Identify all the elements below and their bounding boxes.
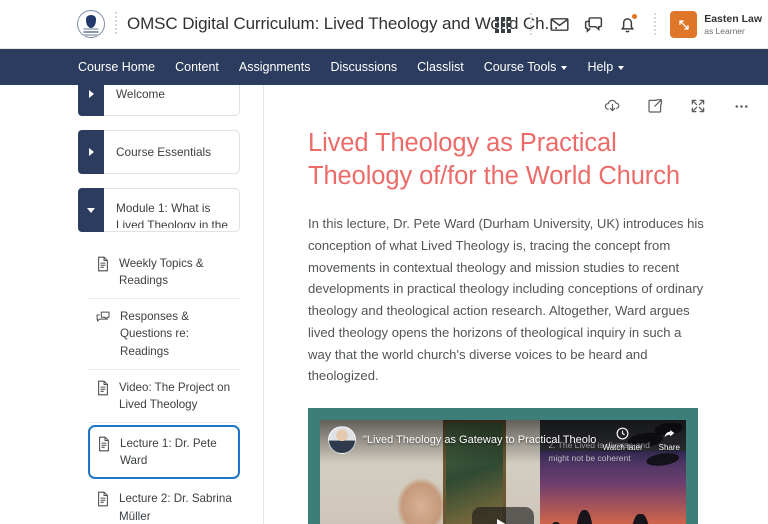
nav-label: Discussions bbox=[330, 59, 398, 74]
figure-silhouette bbox=[574, 510, 594, 524]
user-role: as Learner bbox=[704, 25, 745, 36]
nav-item-content[interactable]: Content bbox=[175, 61, 219, 74]
page-body: Welcome Course Essentials Module 1: What… bbox=[0, 85, 768, 524]
chat-icon[interactable] bbox=[576, 8, 610, 42]
lesson-content: Lived Theology as Practical Theology of/… bbox=[264, 127, 768, 524]
video-channel-avatar[interactable] bbox=[328, 426, 356, 455]
nav-label: Content bbox=[175, 59, 219, 74]
nav-item-help[interactable]: Help bbox=[587, 59, 625, 74]
nav-item-course-tools[interactable]: Course Tools bbox=[484, 61, 568, 74]
nav-item-course-home[interactable]: Course Home bbox=[78, 61, 155, 74]
nav-label: Course Tools bbox=[483, 59, 557, 74]
topbar-right-group: Easten Law as Learner bbox=[486, 0, 768, 49]
document-icon bbox=[96, 491, 110, 512]
nav-label: Assignments bbox=[238, 59, 311, 74]
sidebar-item-label: Lecture 2: Dr. Sabrina Müller bbox=[119, 492, 232, 523]
topbar-divider-2 bbox=[530, 12, 533, 37]
share-label: Share bbox=[658, 443, 680, 453]
chevron-down-icon bbox=[561, 66, 568, 70]
document-icon bbox=[97, 436, 111, 457]
module-collapse-toggle[interactable] bbox=[78, 188, 104, 232]
triangle-right-icon bbox=[88, 90, 94, 98]
open-in-new-window-icon[interactable] bbox=[644, 95, 666, 117]
nav-label: Course Home bbox=[78, 59, 156, 74]
fullscreen-icon[interactable] bbox=[687, 95, 709, 117]
content-pane: Lived Theology as Practical Theology of/… bbox=[264, 85, 768, 524]
sidebar-item-lecture-2-sabrina-muller[interactable]: Lecture 2: Dr. Sabrina Müller bbox=[88, 481, 240, 524]
sidebar-item-weekly-topics-readings[interactable]: Weekly Topics & Readings bbox=[88, 246, 240, 300]
video-overlay-actions: Watch later Share bbox=[602, 426, 680, 452]
user-meta: Easten Law as Learner bbox=[704, 13, 762, 35]
module-label: Course Essentials bbox=[116, 144, 212, 159]
watch-later-button[interactable]: Watch later bbox=[602, 426, 643, 453]
chevron-down-icon bbox=[618, 66, 625, 70]
play-button[interactable] bbox=[472, 507, 534, 524]
user-name: Easten Law bbox=[704, 13, 762, 26]
sidebar-item-label: Lecture 1: Dr. Pete Ward bbox=[120, 437, 217, 468]
email-icon[interactable] bbox=[542, 8, 576, 42]
avatar[interactable] bbox=[670, 11, 698, 38]
module-expand-toggle[interactable] bbox=[78, 85, 104, 116]
topbar-divider-3 bbox=[654, 12, 657, 37]
figure-silhouette bbox=[630, 514, 651, 524]
user-menu[interactable]: Easten Law as Learner bbox=[666, 11, 762, 38]
video-embed-frame: 2. The Lived is diverse and might not be… bbox=[308, 408, 698, 524]
sidebar-topic-list: Weekly Topics & Readings Responses & Que… bbox=[88, 246, 240, 524]
topbar-divider bbox=[115, 12, 117, 36]
bell-icon[interactable] bbox=[610, 8, 644, 42]
nav-label: Classlist bbox=[417, 59, 464, 74]
sidebar-item-label: Responses & Questions re: Readings bbox=[120, 310, 189, 358]
nav-item-discussions[interactable]: Discussions bbox=[330, 61, 397, 74]
sidebar-module-module-1[interactable]: Module 1: What is Lived Theology in the … bbox=[78, 188, 240, 232]
sidebar-item-label: Video: The Project on Lived Theology bbox=[119, 380, 231, 411]
document-icon bbox=[96, 380, 110, 401]
nav-label: Help bbox=[587, 59, 614, 74]
document-icon bbox=[96, 256, 110, 277]
discussion-icon bbox=[96, 309, 111, 330]
nav-item-assignments[interactable]: Assignments bbox=[239, 61, 311, 74]
module-label: Module 1: What is Lived Theology in the … bbox=[116, 201, 228, 228]
triangle-down-icon bbox=[87, 207, 95, 213]
course-navigation-bar: Course Home Content Assignments Discussi… bbox=[0, 49, 768, 85]
notification-badge bbox=[631, 12, 639, 20]
content-toolbar bbox=[264, 85, 768, 127]
sidebar-module-welcome[interactable]: Welcome bbox=[78, 85, 240, 116]
share-button[interactable]: Share bbox=[659, 426, 680, 452]
sidebar-item-lecture-1-pete-ward[interactable]: Lecture 1: Dr. Pete Ward bbox=[88, 425, 240, 480]
waffle-menu-icon[interactable] bbox=[486, 8, 520, 42]
top-navigation-bar: OMSC Digital Curriculum: Lived Theology … bbox=[0, 0, 768, 49]
sidebar-item-video-project-lived-theology[interactable]: Video: The Project on Lived Theology bbox=[88, 370, 240, 424]
sidebar-item-label: Weekly Topics & Readings bbox=[119, 257, 204, 288]
triangle-right-icon bbox=[88, 148, 94, 156]
sidebar-item-responses-questions-readings[interactable]: Responses & Questions re: Readings bbox=[88, 299, 240, 370]
topbar-left-group: OMSC Digital Curriculum: Lived Theology … bbox=[0, 10, 558, 38]
content-sidebar: Welcome Course Essentials Module 1: What… bbox=[0, 85, 264, 524]
module-expand-toggle[interactable] bbox=[78, 130, 104, 174]
play-triangle-icon bbox=[496, 519, 514, 524]
video-player[interactable]: 2. The Lived is diverse and might not be… bbox=[320, 420, 686, 524]
sidebar-module-course-essentials[interactable]: Course Essentials bbox=[78, 130, 240, 174]
nav-item-classlist[interactable]: Classlist bbox=[417, 61, 464, 74]
page-title: Lived Theology as Practical Theology of/… bbox=[308, 129, 680, 190]
download-icon[interactable] bbox=[601, 95, 623, 117]
module-label: Welcome bbox=[116, 86, 165, 101]
institution-crest-icon[interactable] bbox=[77, 10, 105, 38]
lesson-paragraph: In this lecture, Dr. Pete Ward (Durham U… bbox=[308, 216, 704, 384]
watch-later-label: Watch later bbox=[602, 443, 643, 453]
more-options-icon[interactable] bbox=[730, 95, 752, 117]
